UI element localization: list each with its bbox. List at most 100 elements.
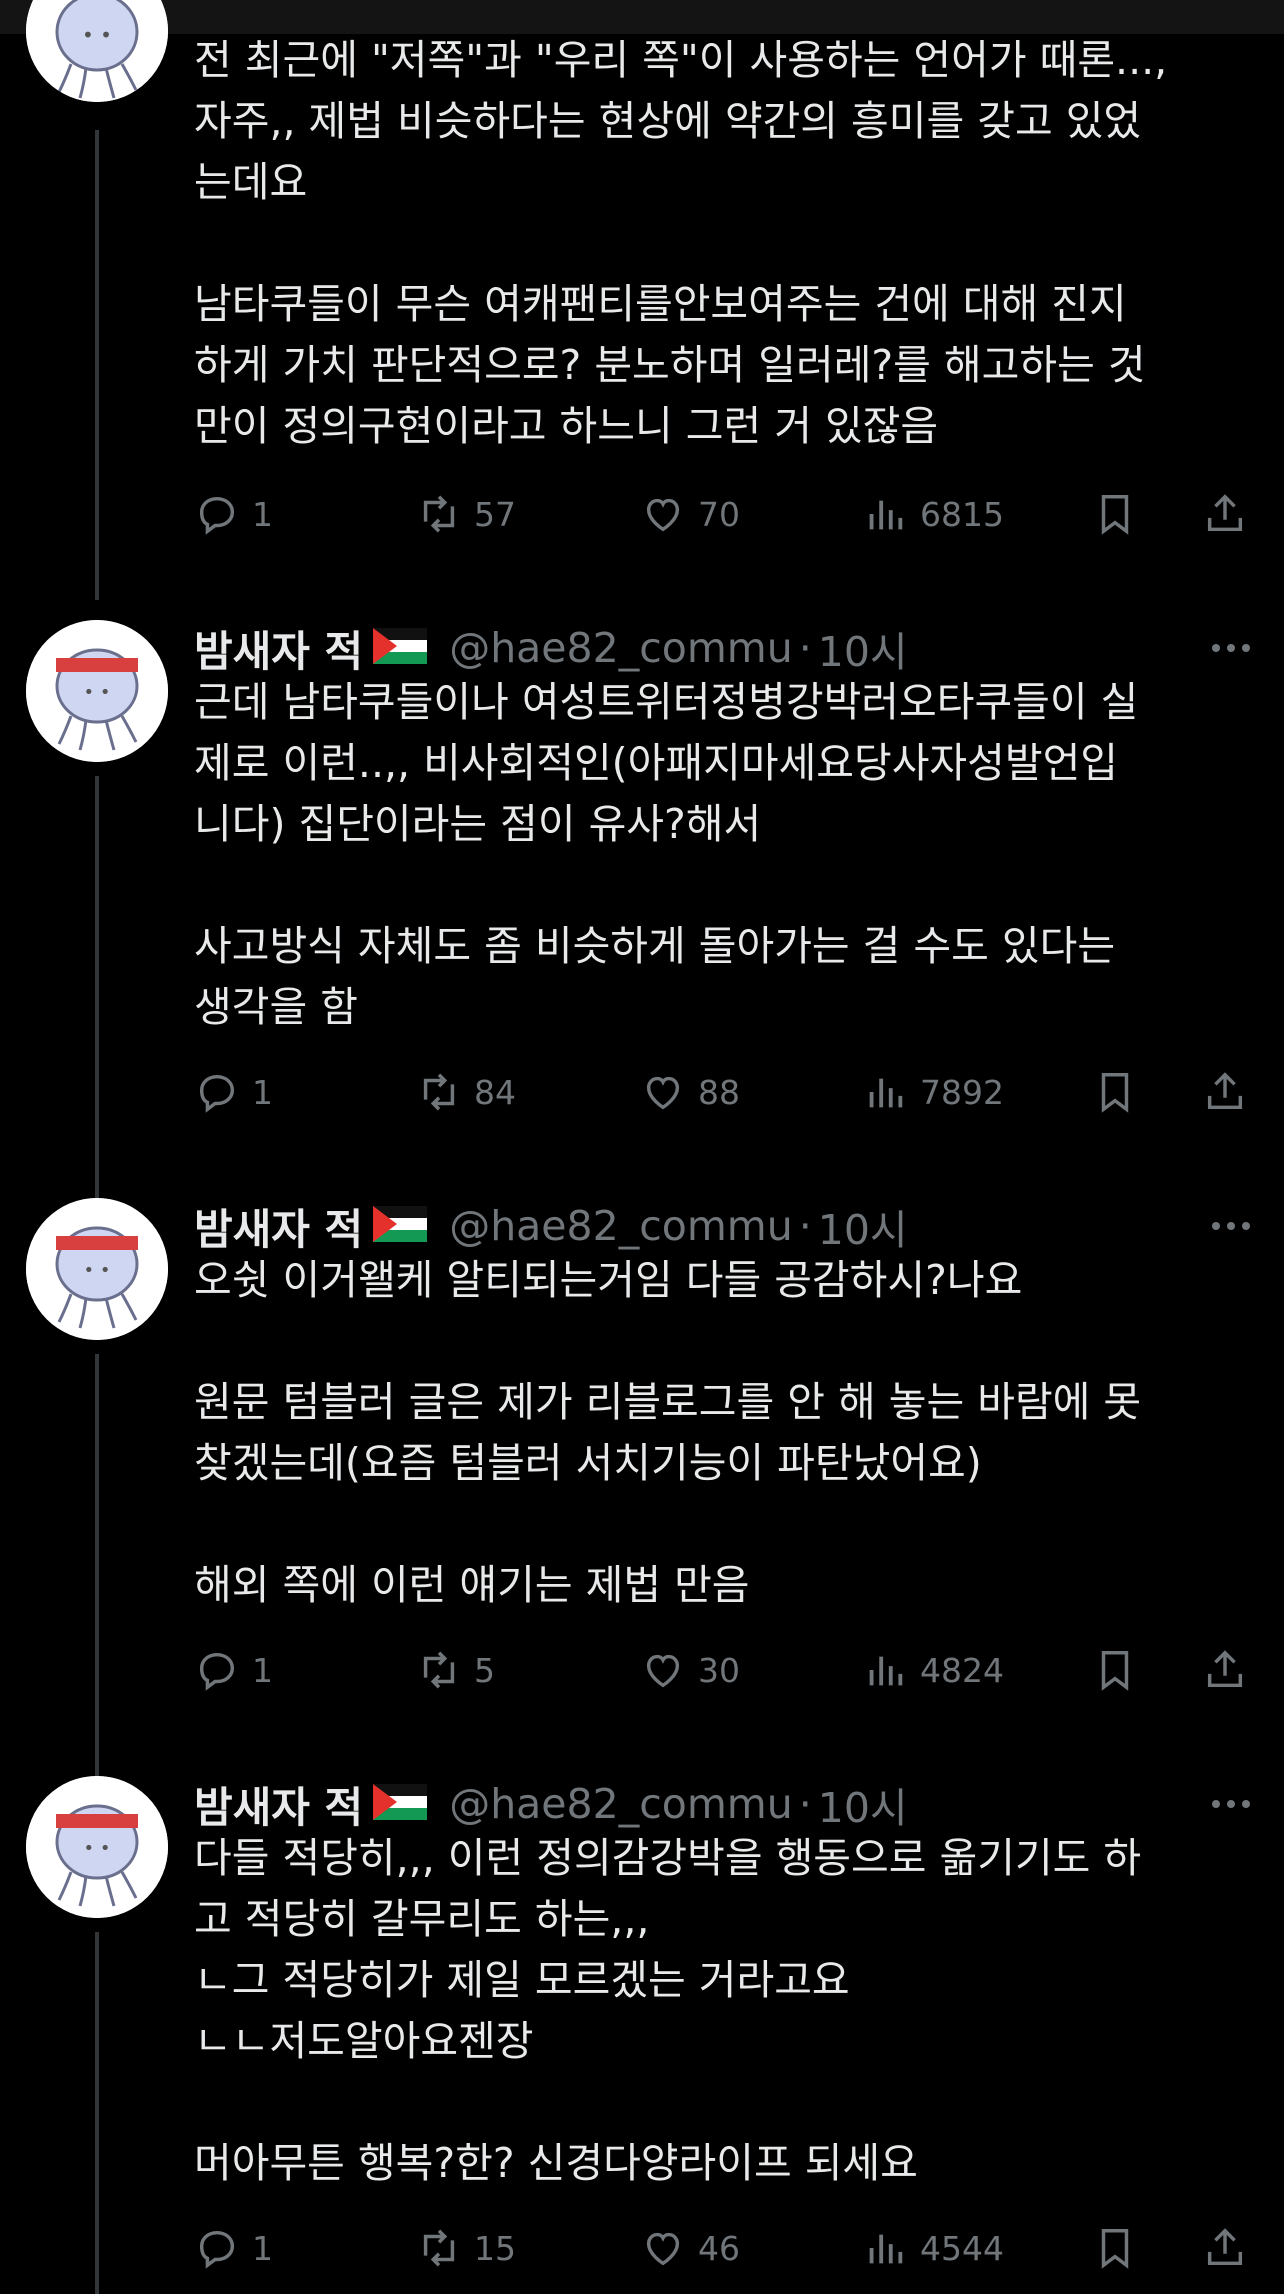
views-button[interactable]: 6815 — [862, 484, 1004, 544]
views-chart-icon — [869, 2234, 903, 2264]
heart-icon — [646, 1654, 680, 1688]
tweet-actions: 1 84 88 7892 — [194, 1062, 1254, 1122]
avatar[interactable]: • • — [26, 1776, 168, 1918]
bookmark-button[interactable] — [1092, 484, 1138, 544]
reply-icon — [199, 2230, 235, 2269]
tweet-text: 근데 남타쿠들이나 여성트위터정병강박러오타쿠들이 실 제로 이런..,, 비사… — [194, 678, 1139, 1031]
share-button[interactable] — [1202, 1640, 1248, 1700]
tweet-actions: 1 57 70 6815 — [194, 484, 1254, 544]
user-handle[interactable]: @hae82_commu — [449, 624, 793, 672]
retweet-button[interactable]: 15 — [416, 2218, 516, 2278]
svg-text:• •: • • — [82, 23, 112, 47]
retweet-count: 15 — [474, 2228, 516, 2268]
like-count: 30 — [698, 1650, 740, 1690]
display-name[interactable]: 밤새자 적 — [194, 1774, 363, 1835]
user-handle[interactable]: @hae82_commu — [449, 1780, 793, 1828]
share-button[interactable] — [1202, 1062, 1248, 1122]
more-options-button[interactable] — [1212, 1196, 1250, 1256]
views-chart-icon — [869, 1656, 903, 1686]
bookmark-icon — [1101, 495, 1129, 535]
reply-button[interactable]: 1 — [194, 2218, 273, 2278]
heart-icon — [646, 2232, 680, 2266]
timestamp[interactable]: 10시 — [818, 1774, 908, 1834]
retweet-count: 84 — [474, 1072, 516, 1112]
share-icon — [1207, 494, 1243, 532]
timestamp[interactable]: 10시 — [818, 618, 908, 678]
palestine-flag-icon — [373, 1784, 428, 1824]
svg-text:• •: • • — [84, 1260, 111, 1281]
retweet-icon — [423, 2229, 455, 2267]
palestine-flag-icon — [373, 1206, 428, 1246]
retweet-button[interactable]: 84 — [416, 1062, 516, 1122]
tweet-header: 밤새자 적 @hae82_commu · 10시 — [194, 1774, 908, 1834]
reply-count: 1 — [252, 1650, 273, 1690]
reply-count: 1 — [252, 494, 273, 534]
share-icon — [1207, 1072, 1243, 1110]
heart-icon — [646, 1076, 680, 1110]
like-button[interactable]: 30 — [640, 1640, 740, 1700]
avatar[interactable]: • • — [26, 1198, 168, 1340]
jellyfish-avatar-icon: • • — [26, 1198, 168, 1340]
more-options-button[interactable] — [1212, 1774, 1250, 1834]
jellyfish-avatar-icon: • • — [26, 1776, 168, 1918]
share-icon — [1207, 2228, 1243, 2266]
like-button[interactable]: 70 — [640, 484, 740, 544]
separator-dot: · — [798, 1202, 812, 1250]
dot-icon — [1212, 1222, 1220, 1230]
thread-line — [95, 130, 99, 600]
views-count: 4544 — [920, 2228, 1004, 2268]
thread-line — [95, 1354, 99, 1776]
more-options-button[interactable] — [1212, 618, 1250, 678]
retweet-icon — [423, 1651, 455, 1689]
bookmark-icon — [1101, 1073, 1129, 1113]
dot-icon — [1242, 1222, 1250, 1230]
views-button[interactable]: 4544 — [862, 2218, 1004, 2278]
retweet-button[interactable]: 5 — [416, 1640, 495, 1700]
views-chart-icon — [869, 1078, 903, 1108]
bookmark-button[interactable] — [1092, 1640, 1138, 1700]
views-button[interactable]: 4824 — [862, 1640, 1004, 1700]
dot-icon — [1227, 1222, 1235, 1230]
user-handle[interactable]: @hae82_commu — [449, 1202, 793, 1250]
svg-text:• •: • • — [84, 1838, 111, 1859]
avatar[interactable]: • • — [26, 620, 168, 762]
reply-icon — [199, 1652, 235, 1691]
tweet-text: 오쉿 이거왤케 알티되는거임 다들 공감하시?나요 원문 텀블러 글은 제가 리… — [194, 1256, 1142, 1609]
bookmark-icon — [1101, 2229, 1129, 2269]
reply-count: 1 — [252, 2228, 273, 2268]
thread-line — [95, 776, 99, 1198]
svg-text:• •: • • — [84, 682, 111, 703]
reply-button[interactable]: 1 — [194, 1062, 273, 1122]
jellyfish-avatar-icon: • • — [26, 620, 168, 762]
share-button[interactable] — [1202, 484, 1248, 544]
like-button[interactable]: 88 — [640, 1062, 740, 1122]
thread-line — [95, 1932, 99, 2294]
retweet-count: 57 — [474, 494, 516, 534]
jellyfish-avatar-icon: • • — [26, 0, 168, 102]
tweet-header: 밤새자 적 @hae82_commu · 10시 — [194, 1196, 908, 1256]
bookmark-button[interactable] — [1092, 1062, 1138, 1122]
views-button[interactable]: 7892 — [862, 1062, 1004, 1122]
display-name[interactable]: 밤새자 적 — [194, 618, 363, 679]
bookmark-button[interactable] — [1092, 2218, 1138, 2278]
dot-icon — [1242, 644, 1250, 652]
dot-icon — [1227, 1800, 1235, 1808]
tweet-actions: 1 5 30 4824 — [194, 1640, 1254, 1700]
bookmark-icon — [1101, 1651, 1129, 1691]
display-name[interactable]: 밤새자 적 — [194, 1196, 363, 1257]
retweet-icon — [423, 1073, 455, 1111]
palestine-flag-icon — [373, 628, 428, 668]
reply-button[interactable]: 1 — [194, 484, 273, 544]
share-button[interactable] — [1202, 2218, 1248, 2278]
tweet-header: 밤새자 적 @hae82_commu · 10시 — [194, 618, 908, 678]
like-count: 46 — [698, 2228, 740, 2268]
avatar[interactable]: • • — [26, 0, 168, 102]
tweet-text: 다들 적당히,,, 이런 정의감강박을 행동으로 옮기기도 하 고 적당히 갈무… — [194, 1834, 1142, 2187]
dot-icon — [1212, 1800, 1220, 1808]
dot-icon — [1227, 644, 1235, 652]
views-count: 4824 — [920, 1650, 1004, 1690]
reply-button[interactable]: 1 — [194, 1640, 273, 1700]
retweet-button[interactable]: 57 — [416, 484, 516, 544]
like-button[interactable]: 46 — [640, 2218, 740, 2278]
timestamp[interactable]: 10시 — [818, 1196, 908, 1256]
